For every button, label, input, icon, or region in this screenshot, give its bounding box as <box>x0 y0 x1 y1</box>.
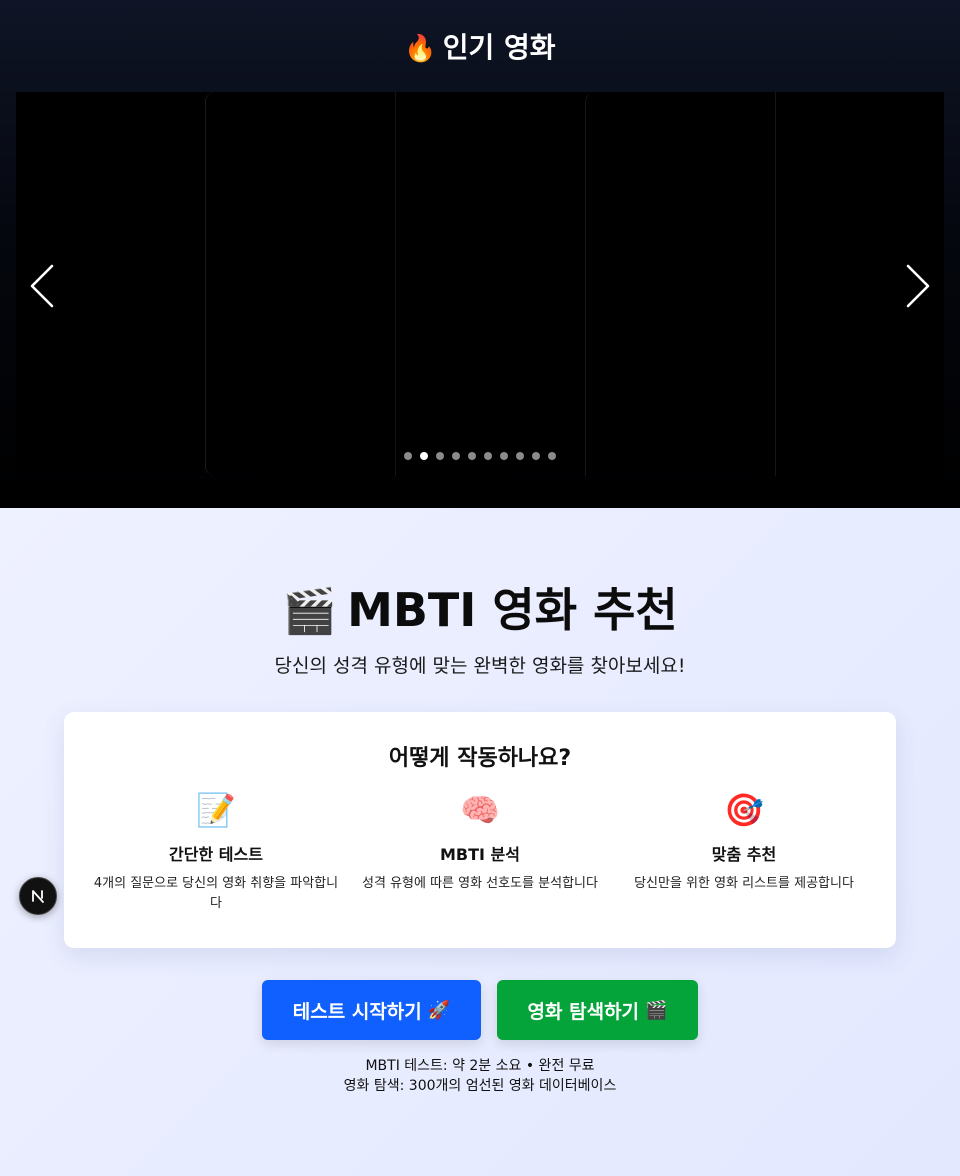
carousel-dot[interactable] <box>420 452 428 460</box>
how-it-works-title: 어떻게 작동하나요? <box>388 746 572 771</box>
nextjs-logo-icon <box>32 890 44 903</box>
carousel-dot[interactable] <box>468 452 476 460</box>
feature-title: MBTI 분석 <box>440 845 520 864</box>
popular-movies-title: 🔥 인기 영화 <box>0 28 960 68</box>
rocket-icon: 🚀 <box>427 999 451 1021</box>
info-line-explore: 영화 탐색: 300개의 엄선된 영화 데이터베이스 <box>343 1078 617 1094</box>
carousel-next-button[interactable] <box>898 258 938 314</box>
movie-slide[interactable] <box>205 92 396 476</box>
target-icon: 🎯 <box>724 791 764 829</box>
movie-slide[interactable] <box>395 92 586 476</box>
explore-movies-label: 영화 탐색하기 <box>527 1000 640 1023</box>
carousel-dot[interactable] <box>516 452 524 460</box>
carousel-dot[interactable] <box>548 452 556 460</box>
nextjs-devtools-button[interactable] <box>19 877 57 915</box>
start-test-button[interactable]: 테스트 시작하기 🚀 <box>262 980 481 1040</box>
brain-icon: 🧠 <box>460 791 500 829</box>
page-title: 🎬 MBTI 영화 추천 <box>0 580 960 640</box>
action-buttons: 테스트 시작하기 🚀 영화 탐색하기 🎬 <box>0 980 960 1040</box>
carousel-dot[interactable] <box>500 452 508 460</box>
clapperboard-icon: 🎬 <box>645 999 668 1021</box>
page-subtitle: 당신의 성격 유형에 맞는 완벽한 영화를 찾아보세요! <box>274 655 686 677</box>
chevron-right-icon <box>906 264 930 308</box>
memo-icon: 📝 <box>196 791 236 829</box>
feature-description: 당신만을 위한 영화 리스트를 제공합니다 <box>634 876 854 891</box>
carousel-dot[interactable] <box>532 452 540 460</box>
page-title-text: MBTI 영화 추천 <box>347 583 678 637</box>
popular-movies-section: 🔥 인기 영화 <box>0 0 960 508</box>
carousel-dot[interactable] <box>452 452 460 460</box>
clapperboard-icon: 🎬 <box>282 586 338 637</box>
movie-carousel[interactable] <box>16 92 944 476</box>
feature-simple-test: 📝 간단한 테스트 4개의 질문으로 당신의 영화 취향을 파악합니다 <box>84 790 348 914</box>
feature-description: 성격 유형에 따른 영화 선호도를 분석합니다 <box>362 876 598 891</box>
feature-custom-recommendation: 🎯 맞춤 추천 당신만을 위한 영화 리스트를 제공합니다 <box>612 790 876 894</box>
fire-icon: 🔥 <box>404 34 437 64</box>
feature-title: 간단한 테스트 <box>169 845 263 864</box>
feature-description: 4개의 질문으로 당신의 영화 취향을 파악합니다 <box>93 876 339 911</box>
info-line-test: MBTI 테스트: 약 2분 소요 • 완전 무료 <box>365 1058 595 1074</box>
popular-movies-title-text: 인기 영화 <box>442 31 556 64</box>
carousel-dot[interactable] <box>484 452 492 460</box>
start-test-label: 테스트 시작하기 <box>292 1000 422 1023</box>
feature-mbti-analysis: 🧠 MBTI 분석 성격 유형에 따른 영화 선호도를 분석합니다 <box>348 790 612 894</box>
explore-movies-button[interactable]: 영화 탐색하기 🎬 <box>497 980 698 1040</box>
feature-title: 맞춤 추천 <box>711 845 777 864</box>
carousel-dot[interactable] <box>436 452 444 460</box>
info-text: MBTI 테스트: 약 2분 소요 • 완전 무료 영화 탐색: 300개의 엄… <box>0 1056 960 1096</box>
carousel-dot[interactable] <box>404 452 412 460</box>
movie-slide[interactable] <box>585 92 776 476</box>
carousel-prev-button[interactable] <box>22 258 62 314</box>
how-it-works-card: 어떻게 작동하나요? 📝 간단한 테스트 4개의 질문으로 당신의 영화 취향을… <box>64 712 896 948</box>
chevron-left-icon <box>30 264 54 308</box>
main-section: 🎬 MBTI 영화 추천 당신의 성격 유형에 맞는 완벽한 영화를 찾아보세요!… <box>0 508 960 1176</box>
carousel-pagination <box>16 452 944 462</box>
